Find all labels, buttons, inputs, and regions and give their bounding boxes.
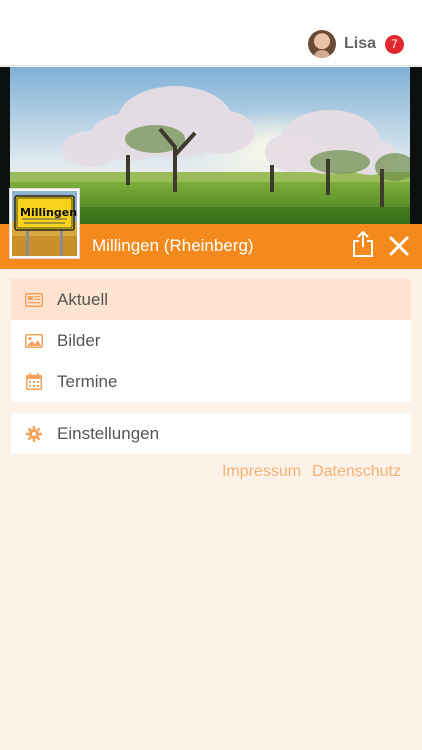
gear-icon — [25, 425, 43, 443]
avatar[interactable] — [307, 30, 336, 58]
user-profile[interactable]: Lisa 7 — [307, 28, 404, 60]
share-icon[interactable] — [352, 230, 374, 258]
page-title: Millingen (Rheinberg) — [92, 236, 254, 255]
menu-item-label: Termine — [57, 371, 118, 391]
close-icon[interactable] — [389, 236, 409, 256]
user-name[interactable]: Lisa — [344, 35, 376, 53]
settings-label: Einstellungen — [57, 423, 160, 443]
top-bar: Lisa 7 — [0, 0, 422, 66]
notification-badge[interactable]: 7 — [385, 34, 404, 54]
image-frame-left — [0, 67, 10, 224]
settings-menu: Einstellungen — [11, 413, 411, 454]
footer-links: Impressum Datenschutz — [222, 463, 401, 481]
logo-sign-text: Millingen — [20, 206, 77, 219]
main-menu: Aktuell Bilder Termine — [11, 279, 411, 402]
calendar-icon — [25, 373, 43, 391]
image-frame-right — [410, 67, 422, 224]
menu-item-aktuell[interactable]: Aktuell — [11, 279, 411, 320]
menu-item-termine[interactable]: Termine — [11, 361, 411, 402]
menu-item-label: Aktuell — [57, 289, 109, 309]
image-icon — [25, 332, 43, 350]
impressum-link[interactable]: Impressum — [222, 463, 301, 481]
menu-item-label: Bilder — [57, 330, 101, 350]
town-logo: Millingen — [10, 189, 79, 258]
newspaper-icon — [25, 291, 43, 309]
menu-item-einstellungen[interactable]: Einstellungen — [11, 413, 411, 454]
menu-item-bilder[interactable]: Bilder — [11, 320, 411, 361]
datenschutz-link[interactable]: Datenschutz — [312, 463, 401, 481]
